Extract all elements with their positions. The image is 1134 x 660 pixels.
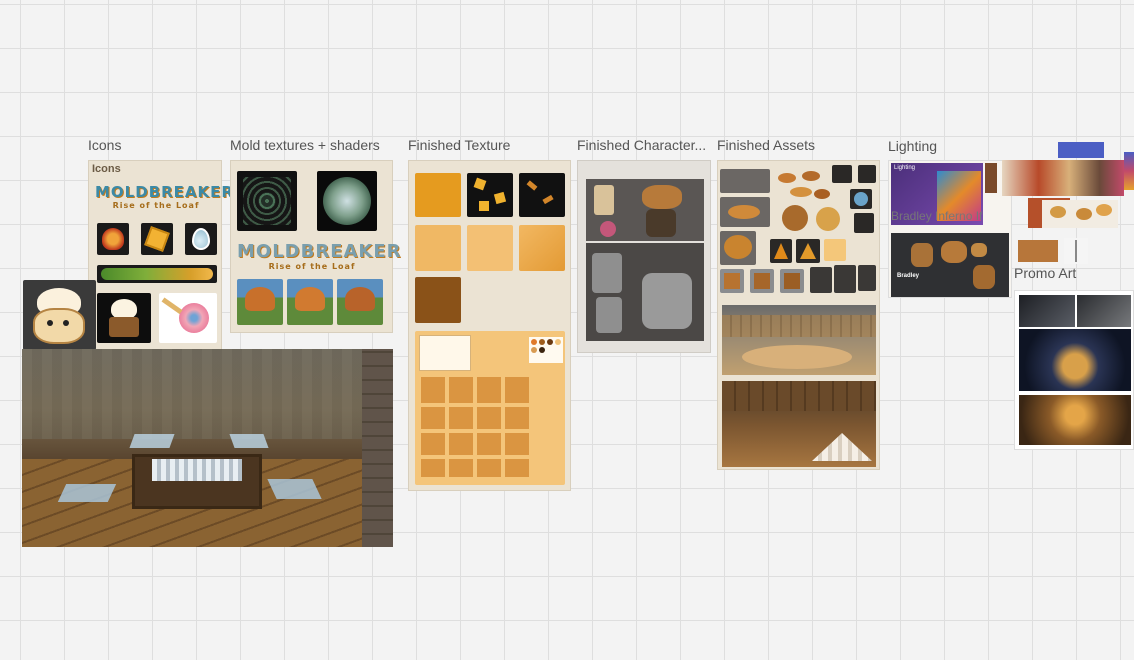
promo-art-2 bbox=[1077, 295, 1131, 327]
asset-small-3 bbox=[850, 189, 872, 209]
character-portrait-icon[interactable] bbox=[23, 280, 96, 350]
logo-subtitle-mold: Rise of the Loaf bbox=[268, 262, 356, 271]
frame-label-icons[interactable]: Icons bbox=[88, 137, 208, 153]
lighting-overlap-text: Bradley Inferno If bbox=[891, 209, 983, 223]
asset-scene-1 bbox=[722, 305, 876, 375]
lighting-inner-title: Lighting bbox=[894, 165, 916, 171]
asset-flame-2 bbox=[796, 239, 820, 263]
texture-dough-3 bbox=[519, 225, 565, 271]
lighting-ref-2 bbox=[1042, 200, 1118, 228]
asset-box-1 bbox=[720, 269, 744, 293]
texture-orange bbox=[415, 173, 461, 217]
ice-cream-icon bbox=[97, 293, 151, 343]
lighting-tooltip bbox=[1058, 142, 1104, 158]
lighting-character-card: Bradley bbox=[891, 233, 1009, 297]
asset-small-5 bbox=[858, 265, 876, 291]
lighting-reference-strip bbox=[1002, 160, 1124, 196]
texture-sheet bbox=[415, 331, 565, 485]
texture-notes bbox=[419, 335, 471, 371]
character-sheet-model bbox=[586, 243, 704, 341]
asset-bread-cluster bbox=[774, 169, 834, 209]
asset-box-2 bbox=[750, 269, 774, 293]
asset-scene-2 bbox=[722, 381, 876, 467]
lighting-ref-4 bbox=[1064, 238, 1088, 264]
asset-tile-light bbox=[824, 239, 846, 261]
moldbreaker-logo: MOLDBREAKER Rise of the Loaf bbox=[95, 183, 234, 210]
texture-cheese-cubes bbox=[467, 173, 513, 217]
frame-icons[interactable]: Icons MOLDBREAKER Rise of the Loaf bbox=[88, 160, 234, 350]
asset-box-3 bbox=[780, 269, 804, 293]
frame-assets[interactable] bbox=[717, 160, 880, 470]
lighting-swatch bbox=[985, 163, 997, 193]
lighting-ref-3 bbox=[1018, 240, 1058, 262]
promo-art-1 bbox=[1019, 295, 1075, 327]
lollipop-icon bbox=[159, 293, 217, 343]
frame-promo[interactable] bbox=[1014, 290, 1134, 450]
asset-muffin bbox=[720, 231, 756, 265]
mold-texture-dark bbox=[237, 171, 297, 231]
texture-dough-1 bbox=[415, 225, 461, 271]
mold-texture-blob bbox=[317, 171, 377, 231]
frame-lighting[interactable]: Lighting Bradley Inferno If Bradley bbox=[888, 160, 1012, 298]
loaf-bar-icon bbox=[97, 265, 217, 283]
asset-small-4 bbox=[854, 213, 874, 233]
moldbreaker-logo-mold: MOLDBREAKER Rise of the Loaf bbox=[237, 241, 402, 271]
frame-label-mold[interactable]: Mold textures + shaders bbox=[230, 137, 395, 153]
logo-title: MOLDBREAKER bbox=[95, 183, 234, 201]
texture-crust bbox=[415, 277, 461, 323]
texture-dough-2 bbox=[467, 225, 513, 271]
logo-title-mold: MOLDBREAKER bbox=[237, 241, 402, 262]
cheese-icon bbox=[141, 223, 173, 255]
logo-subtitle: Rise of the Loaf bbox=[112, 201, 200, 210]
asset-bread-piece bbox=[720, 197, 770, 227]
asset-flame-1 bbox=[770, 239, 792, 263]
asset-round-bread bbox=[782, 205, 808, 231]
mold-muffin-3 bbox=[337, 279, 383, 325]
promo-art-3 bbox=[1019, 329, 1131, 391]
frame-label-promo[interactable]: Promo Art bbox=[1014, 265, 1124, 281]
frame-mold[interactable]: MOLDBREAKER Rise of the Loaf bbox=[230, 160, 402, 333]
dungeon-screenshot[interactable] bbox=[22, 349, 393, 547]
frame-label-assets[interactable]: Finished Assets bbox=[717, 137, 877, 153]
asset-small-2 bbox=[858, 165, 876, 183]
lighting-swatch-column bbox=[1124, 152, 1134, 190]
asset-cookie bbox=[816, 207, 840, 231]
frame-label-character[interactable]: Finished Character... bbox=[577, 137, 710, 153]
water-drop-icon bbox=[185, 223, 217, 255]
frame-texture[interactable] bbox=[408, 160, 571, 491]
frame-label-texture[interactable]: Finished Texture bbox=[408, 137, 568, 153]
frame-label-lighting[interactable]: Lighting bbox=[888, 138, 1008, 154]
icons-inner-title: Icons bbox=[92, 163, 121, 175]
frame-character[interactable] bbox=[577, 160, 711, 353]
character-sheet-color bbox=[586, 179, 704, 241]
promo-art-4 bbox=[1019, 395, 1131, 445]
asset-bow bbox=[834, 265, 856, 293]
color-swatches bbox=[529, 337, 563, 363]
heart-icon bbox=[97, 223, 129, 255]
asset-crate bbox=[720, 169, 770, 193]
lighting-card-label: Bradley bbox=[897, 273, 920, 279]
asset-plant bbox=[810, 267, 832, 293]
mold-muffin-1 bbox=[237, 279, 283, 325]
asset-small-1 bbox=[832, 165, 852, 183]
mold-muffin-2 bbox=[287, 279, 333, 325]
texture-crumbs bbox=[519, 173, 565, 217]
